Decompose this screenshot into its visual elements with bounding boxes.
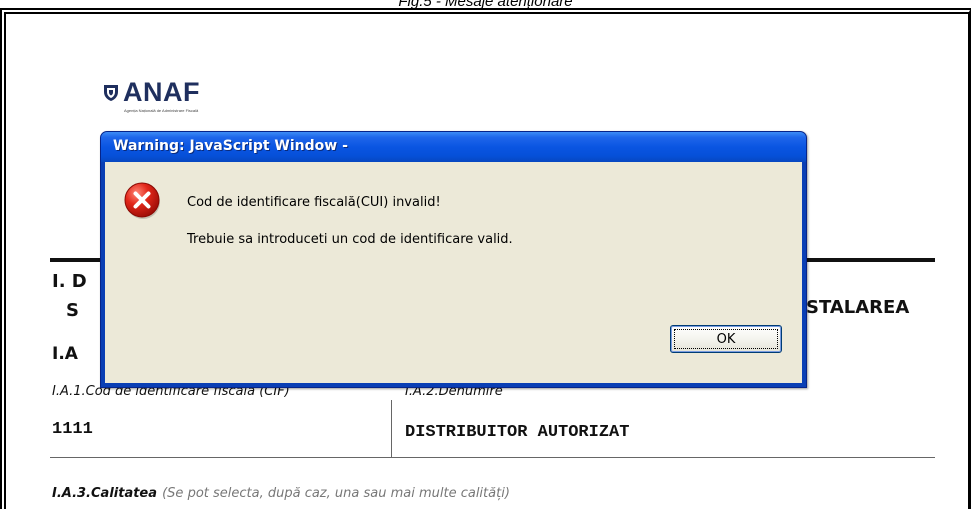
logo-text: ANAF <box>123 77 200 107</box>
error-message-line2: Trebuie sa introduceti un cod de identif… <box>187 232 513 247</box>
section-divider-right <box>805 258 935 262</box>
ok-button-label: OK <box>716 331 736 347</box>
logo-subtitle: Agenția Națională de Administrare Fiscal… <box>124 108 199 113</box>
section-ia-heading: I.A <box>52 344 78 364</box>
error-icon <box>124 182 160 219</box>
section-i-heading: I. D <box>52 271 87 292</box>
calitatea-row: I.A.3.Calitatea (Se pot selecta, după ca… <box>52 482 510 501</box>
field-underline-denumire <box>391 457 935 458</box>
section-subheading: S <box>66 300 79 321</box>
dialog-titlebar[interactable]: Warning: JavaScript Window - <box>101 132 806 162</box>
dialog-title: Warning: JavaScript Window - <box>113 138 348 154</box>
field-divider <box>391 400 392 458</box>
cif-field[interactable]: 1111 <box>52 420 93 439</box>
error-message-line1: Cod de identificare fiscală(CUI) invalid… <box>187 195 441 210</box>
denumire-field[interactable]: DISTRIBUITOR AUTORIZAT <box>405 423 629 442</box>
ok-button[interactable]: OK <box>670 325 782 353</box>
calitatea-label: I.A.3.Calitatea <box>52 486 158 501</box>
dialog-body: Cod de identificare fiscală(CUI) invalid… <box>105 162 802 383</box>
warning-dialog: Warning: JavaScript Window - Cod de iden… <box>100 131 807 388</box>
shield-icon <box>104 85 118 101</box>
calitatea-hint: (Se pot selecta, după caz, una sau mai m… <box>162 486 510 501</box>
section-heading-right: STALAREA <box>806 297 910 318</box>
field-underline-cif <box>50 457 392 458</box>
anaf-logo: ANAF Agenția Națională de Administrare F… <box>103 77 263 120</box>
